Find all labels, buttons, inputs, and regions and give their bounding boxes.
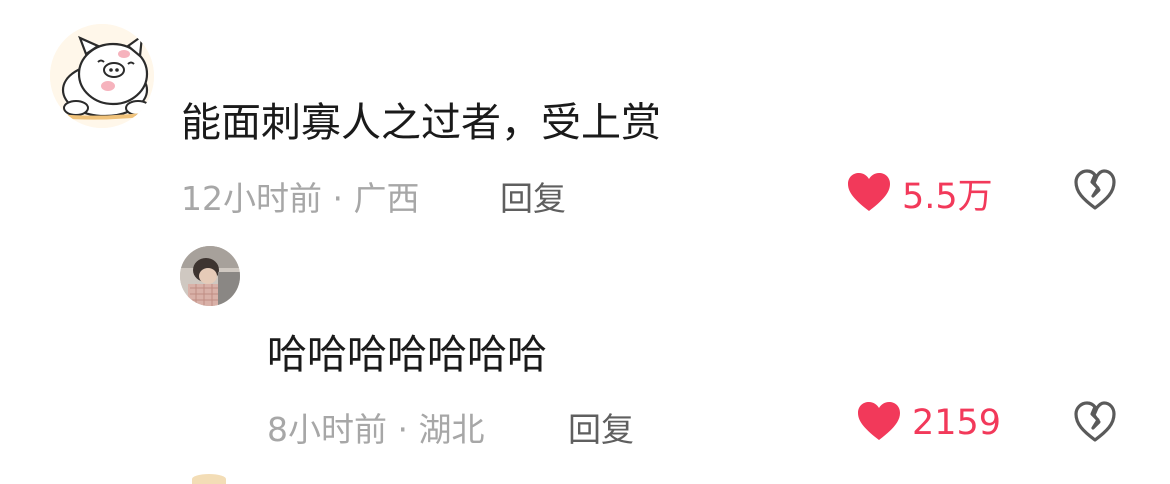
comment-location: 广西 [353,179,420,218]
comment-text: 能面刺寡人之过者，受上赏 [181,100,661,146]
like-button[interactable]: 2159 [856,400,1001,446]
dislike-button[interactable] [1073,400,1117,444]
comment-time: 8小时前 [267,410,387,449]
meta-separator: · [397,410,409,449]
broken-heart-icon [1073,168,1117,212]
comment-time: 12小时前 [181,179,322,218]
comment-meta: 12小时前 · 广西 [181,172,420,220]
meta-separator: · [332,179,344,218]
reply-button[interactable]: 回复 [568,403,634,451]
dislike-button[interactable] [1073,168,1117,212]
like-count: 2159 [912,403,1002,443]
comment-text: 哈哈哈哈哈哈哈 [267,332,547,378]
like-count: 5.5万 [902,177,993,217]
heart-icon [846,171,892,217]
like-button[interactable]: 5.5万 [846,168,993,219]
reply-button[interactable]: 回复 [500,172,566,220]
avatar[interactable] [50,24,154,128]
broken-heart-icon [1073,400,1117,444]
comment-location: 湖北 [418,410,485,449]
comment-meta: 8小时前 · 湖北 [267,403,485,451]
avatar[interactable] [180,246,240,306]
avatar[interactable] [192,474,226,484]
heart-icon [856,400,902,446]
